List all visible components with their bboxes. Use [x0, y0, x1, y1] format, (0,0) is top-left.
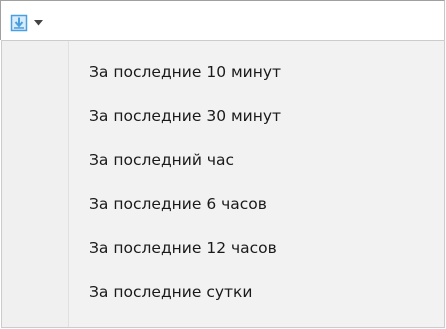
toolbar: [0, 0, 445, 40]
menu-items: За последние 10 минут За последние 30 ми…: [2, 50, 444, 314]
menu-item-label: За последние 12 часов: [89, 239, 277, 257]
menu-item-label: За последние 30 минут: [89, 107, 282, 125]
dropdown-arrow-button[interactable]: [31, 13, 45, 33]
menu-item-last-12-hours[interactable]: За последние 12 часов: [2, 226, 444, 270]
chevron-down-icon: [33, 20, 43, 26]
menu-item-label: За последние 6 часов: [89, 195, 267, 213]
menu-item-last-30-minutes[interactable]: За последние 30 минут: [2, 94, 444, 138]
menu-item-last-day[interactable]: За последние сутки: [2, 270, 444, 314]
download-button[interactable]: [9, 13, 29, 33]
menu-item-last-10-minutes[interactable]: За последние 10 минут: [2, 50, 444, 94]
menu-item-label: За последний час: [89, 151, 235, 169]
menu-item-label: За последние 10 минут: [89, 63, 282, 81]
time-range-dropdown-menu: За последние 10 минут За последние 30 ми…: [1, 40, 445, 328]
menu-item-label: За последние сутки: [89, 283, 253, 301]
download-split-button[interactable]: [9, 13, 49, 33]
download-icon: [10, 14, 28, 32]
menu-item-last-hour[interactable]: За последний час: [2, 138, 444, 182]
menu-item-last-6-hours[interactable]: За последние 6 часов: [2, 182, 444, 226]
